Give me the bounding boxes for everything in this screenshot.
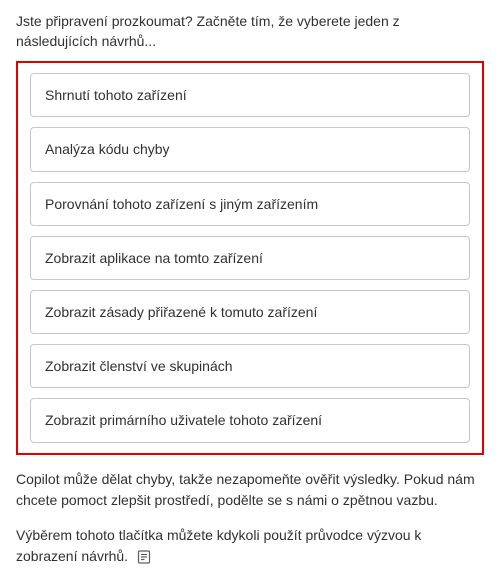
suggestion-label: Zobrazit členství ve skupinách bbox=[45, 358, 233, 374]
intro-text: Jste připravení prozkoumat? Začněte tím,… bbox=[16, 12, 484, 51]
suggestion-label: Porovnání tohoto zařízení s jiným zaříze… bbox=[45, 196, 318, 212]
suggestion-show-apps[interactable]: Zobrazit aplikace na tomto zařízení bbox=[30, 236, 470, 280]
suggestions-highlight-box: Shrnutí tohoto zařízení Analýza kódu chy… bbox=[16, 61, 484, 454]
suggestion-show-primary-user[interactable]: Zobrazit primárního uživatele tohoto zař… bbox=[30, 398, 470, 442]
suggestion-summary[interactable]: Shrnutí tohoto zařízení bbox=[30, 73, 470, 117]
prompt-guide-icon bbox=[136, 549, 152, 565]
suggestion-show-policies[interactable]: Zobrazit zásady přiřazené k tomuto zaříz… bbox=[30, 290, 470, 334]
suggestion-compare-device[interactable]: Porovnání tohoto zařízení s jiným zaříze… bbox=[30, 182, 470, 226]
disclaimer-text: Copilot může dělat chyby, takže nezapome… bbox=[16, 469, 484, 511]
suggestion-label: Zobrazit primárního uživatele tohoto zař… bbox=[45, 412, 322, 428]
suggestion-label: Zobrazit aplikace na tomto zařízení bbox=[45, 250, 263, 266]
footer-text: Výběrem tohoto tlačítka můžete kdykoli p… bbox=[16, 527, 421, 564]
suggestion-label: Shrnutí tohoto zařízení bbox=[45, 87, 187, 103]
suggestion-label: Zobrazit zásady přiřazené k tomuto zaříz… bbox=[45, 304, 317, 320]
suggestion-show-groups[interactable]: Zobrazit členství ve skupinách bbox=[30, 344, 470, 388]
suggestion-error-analysis[interactable]: Analýza kódu chyby bbox=[30, 127, 470, 171]
footer-row: Výběrem tohoto tlačítka můžete kdykoli p… bbox=[16, 525, 484, 567]
suggestion-label: Analýza kódu chyby bbox=[45, 141, 170, 157]
